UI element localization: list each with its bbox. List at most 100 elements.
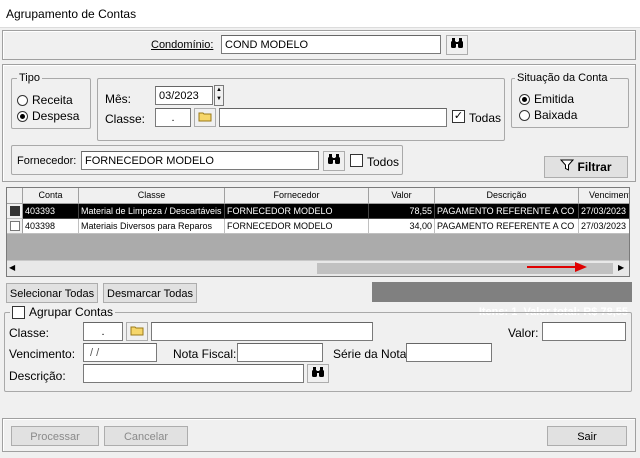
agrupar-classe-code-field[interactable]: .: [83, 322, 123, 341]
spin-down-icon[interactable]: ▼: [215, 95, 223, 104]
vencimento-label: Vencimento:: [9, 347, 75, 361]
todas-label: Todas: [469, 111, 501, 125]
filter-panel: Tipo Receita Despesa Mês: 03/2023 ▲ ▼ Cl…: [2, 64, 636, 182]
agrupar-folder-button[interactable]: [126, 322, 148, 341]
vencimento-field[interactable]: / /: [83, 343, 157, 362]
nota-fiscal-label: Nota Fiscal:: [173, 347, 236, 361]
radio-receita[interactable]: Receita: [17, 93, 73, 107]
mes-field[interactable]: 03/2023: [155, 86, 213, 105]
spin-up-icon[interactable]: ▲: [215, 86, 223, 95]
agrupar-header[interactable]: Agrupar Contas: [10, 305, 115, 319]
condominio-panel: Condomínio: COND MODELO: [2, 30, 636, 60]
cell-classe[interactable]: Materiais Diversos para Reparos: [79, 219, 225, 234]
col-vencimento[interactable]: Vencimento: [579, 188, 630, 204]
cell-vencimento[interactable]: 27/03/2023: [579, 204, 630, 219]
scroll-right-icon[interactable]: ▶: [618, 263, 624, 272]
condominio-search-button[interactable]: [446, 35, 468, 55]
window-title: Agrupamento de Contas: [6, 7, 136, 21]
radio-receita-label: Receita: [32, 93, 73, 107]
classe-folder-button[interactable]: [194, 108, 216, 127]
cancelar-label: Cancelar: [124, 431, 168, 443]
sair-label: Sair: [577, 431, 597, 443]
folder-icon: [130, 325, 144, 339]
todos-checkbox[interactable]: [350, 154, 363, 167]
footer-panel: Processar Cancelar Sair: [2, 418, 636, 452]
radio-baixada-circle[interactable]: [519, 110, 530, 121]
window-title-bar: Agrupamento de Contas: [0, 0, 640, 28]
row-indicator: [7, 204, 23, 219]
sair-button[interactable]: Sair: [547, 426, 627, 446]
contas-grid[interactable]: Conta Classe Fornecedor Valor Descrição …: [6, 187, 630, 277]
radio-emitida[interactable]: Emitida: [519, 92, 574, 106]
funnel-icon: [560, 157, 574, 177]
col-descricao[interactable]: Descrição: [435, 188, 579, 204]
nota-fiscal-field[interactable]: [237, 343, 323, 362]
cancelar-button[interactable]: Cancelar: [104, 426, 188, 446]
col-valor[interactable]: Valor: [369, 188, 435, 204]
cell-valor[interactable]: 78,55: [369, 204, 435, 219]
agrupar-title: Agrupar Contas: [29, 305, 113, 319]
radio-despesa[interactable]: Despesa: [17, 109, 79, 123]
col-conta[interactable]: Conta: [23, 188, 79, 204]
classe-label: Classe:: [105, 112, 145, 126]
todas-checkbox[interactable]: ✓: [452, 110, 465, 123]
mes-spinner[interactable]: ▲ ▼: [214, 85, 224, 106]
table-row[interactable]: 403393 Material de Limpeza / Descartávei…: [7, 204, 630, 219]
descricao-search-button[interactable]: [307, 364, 329, 383]
processar-button[interactable]: Processar: [11, 426, 99, 446]
descricao-field[interactable]: [83, 364, 304, 383]
red-arrow-icon: [527, 262, 587, 275]
scroll-left-icon[interactable]: ◀: [9, 263, 15, 272]
cell-conta[interactable]: 403393: [23, 204, 79, 219]
row-indicator: [7, 219, 23, 234]
classe-code-field[interactable]: .: [155, 108, 191, 127]
binoculars-icon: [311, 367, 325, 381]
fornecedor-field[interactable]: FORNECEDOR MODELO: [81, 151, 319, 170]
binoculars-icon: [327, 154, 341, 168]
valor-label: Valor:: [508, 326, 538, 340]
filtrar-label: Filtrar: [577, 157, 611, 177]
mes-label: Mês:: [105, 92, 131, 106]
cell-conta[interactable]: 403398: [23, 219, 79, 234]
condominio-label: Condomínio:: [151, 39, 213, 51]
cell-vencimento[interactable]: 27/03/2023: [579, 219, 630, 234]
condominio-field[interactable]: COND MODELO: [221, 35, 441, 54]
processar-label: Processar: [30, 431, 80, 443]
agrupar-classe-label: Classe:: [9, 326, 49, 340]
filtrar-button[interactable]: Filtrar: [544, 156, 628, 178]
grid-corner: [7, 188, 23, 204]
fornecedor-search-button[interactable]: [323, 151, 345, 171]
serie-nota-field[interactable]: [406, 343, 492, 362]
agrupar-checkbox[interactable]: [12, 306, 25, 319]
radio-baixada-label: Baixada: [534, 108, 577, 122]
cell-valor[interactable]: 34,00: [369, 219, 435, 234]
deselect-all-label: Desmarcar Todas: [107, 288, 193, 300]
cell-classe[interactable]: Material de Limpeza / Descartáveis: [79, 204, 225, 219]
deselect-all-button[interactable]: Desmarcar Todas: [103, 283, 197, 303]
binoculars-icon: [450, 38, 464, 52]
valor-field[interactable]: [542, 322, 626, 341]
fornecedor-label: Fornecedor:: [17, 155, 76, 167]
folder-icon: [198, 111, 212, 125]
cell-fornecedor[interactable]: FORNECEDOR MODELO: [225, 204, 369, 219]
col-fornecedor[interactable]: Fornecedor: [225, 188, 369, 204]
select-all-label: Selecionar Todas: [10, 288, 94, 300]
select-all-button[interactable]: Selecionar Todas: [6, 283, 98, 303]
cell-descricao[interactable]: PAGAMENTO REFERENTE A CO: [435, 219, 579, 234]
classe-desc-field[interactable]: [219, 108, 447, 127]
radio-emitida-circle[interactable]: [519, 94, 530, 105]
radio-baixada[interactable]: Baixada: [519, 108, 577, 122]
situacao-title: Situação da Conta: [515, 72, 610, 84]
cell-fornecedor[interactable]: FORNECEDOR MODELO: [225, 219, 369, 234]
col-classe[interactable]: Classe: [79, 188, 225, 204]
cell-descricao[interactable]: PAGAMENTO REFERENTE A CO: [435, 204, 579, 219]
serie-nota-label: Série da Nota:: [333, 347, 410, 361]
radio-despesa-label: Despesa: [32, 109, 79, 123]
table-row[interactable]: 403398 Materiais Diversos para Reparos F…: [7, 219, 630, 234]
radio-despesa-circle[interactable]: [17, 111, 28, 122]
radio-receita-circle[interactable]: [17, 95, 28, 106]
agrupar-classe-desc-field[interactable]: [151, 322, 373, 341]
grid-header: Conta Classe Fornecedor Valor Descrição …: [7, 188, 630, 204]
descricao-label: Descrição:: [9, 369, 66, 383]
radio-emitida-label: Emitida: [534, 92, 574, 106]
